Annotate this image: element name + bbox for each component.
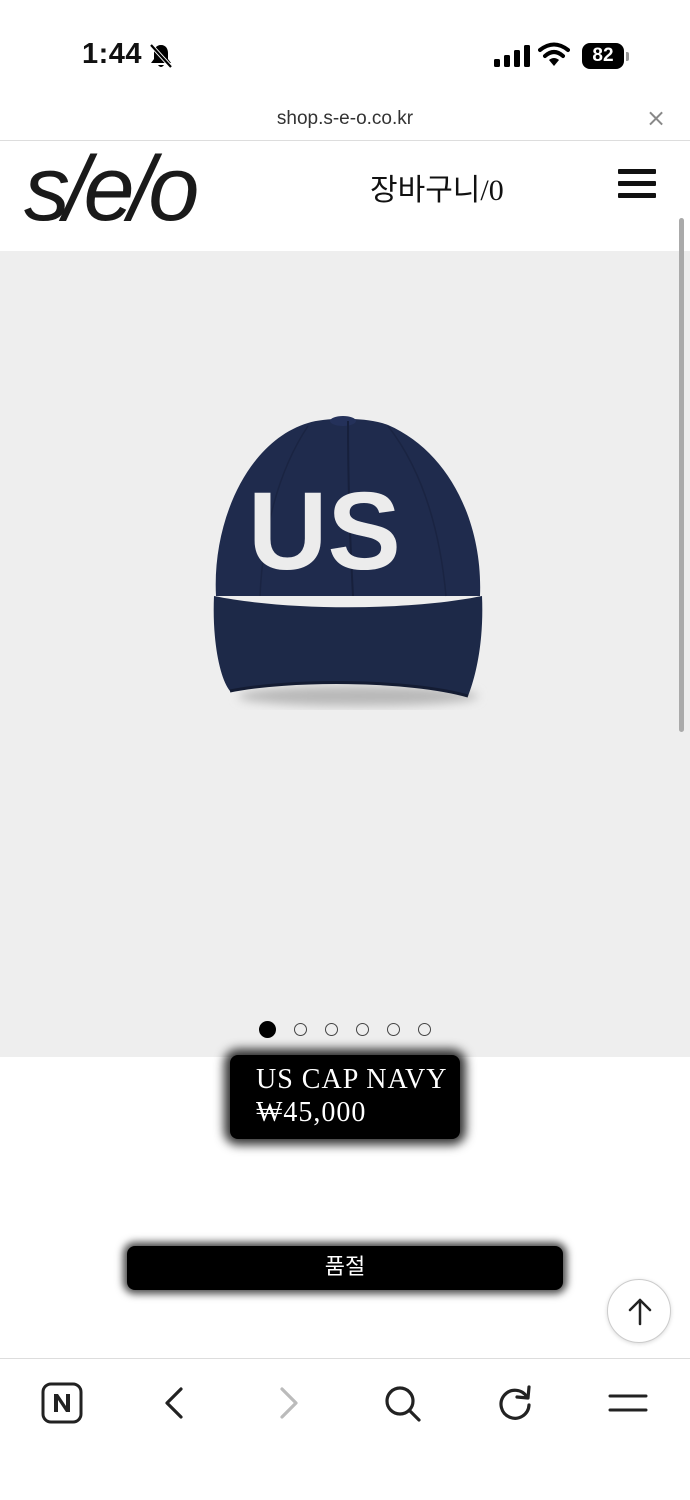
refresh-icon[interactable] [493, 1381, 537, 1425]
carousel-dot[interactable] [356, 1023, 369, 1036]
carousel-dots[interactable] [0, 1019, 690, 1039]
close-icon[interactable]: × [644, 106, 668, 130]
forward-icon[interactable] [266, 1381, 310, 1425]
carousel-dot[interactable] [387, 1023, 400, 1036]
carousel-dot[interactable] [294, 1023, 307, 1036]
search-icon[interactable] [380, 1381, 424, 1425]
page-scrollbar[interactable] [679, 218, 684, 732]
status-time: 1:44 [82, 38, 143, 70]
product-info: US CAP NAVY ₩45,000 [230, 1055, 460, 1139]
product-image-cap: US [213, 416, 483, 706]
cart-link[interactable]: 장바구니/0 [370, 165, 504, 209]
carousel-dot[interactable] [259, 1021, 276, 1038]
browser-toolbar [0, 1358, 690, 1500]
status-bar: 1:44 82 [0, 0, 690, 100]
cellular-signal-icon [494, 45, 530, 67]
cap-lettering: US [248, 470, 401, 593]
back-icon[interactable] [153, 1381, 197, 1425]
product-price: ₩45,000 [256, 1097, 367, 1128]
silent-bell-icon [149, 43, 173, 69]
arrow-up-icon [628, 1298, 652, 1326]
menu-icon[interactable] [606, 1381, 650, 1425]
battery-icon: 82 [582, 43, 630, 69]
battery-level: 82 [582, 43, 624, 69]
carousel-dot[interactable] [325, 1023, 338, 1036]
naver-icon[interactable] [40, 1381, 84, 1425]
soldout-button[interactable]: 품절 [127, 1246, 563, 1290]
url-bar[interactable]: shop.s-e-o.co.kr × [0, 100, 690, 141]
site-logo[interactable]: s/e/o [24, 141, 199, 237]
hamburger-menu-icon[interactable] [618, 169, 656, 199]
product-image-carousel[interactable]: US [0, 251, 690, 1057]
battery-tip [626, 52, 629, 61]
site-header: s/e/o 장바구니/0 [0, 141, 690, 251]
wifi-icon [538, 42, 570, 66]
scroll-to-top-button[interactable] [607, 1279, 671, 1343]
product-name: US CAP NAVY [256, 1064, 448, 1095]
carousel-dot[interactable] [418, 1023, 431, 1036]
url-text[interactable]: shop.s-e-o.co.kr [0, 108, 690, 130]
